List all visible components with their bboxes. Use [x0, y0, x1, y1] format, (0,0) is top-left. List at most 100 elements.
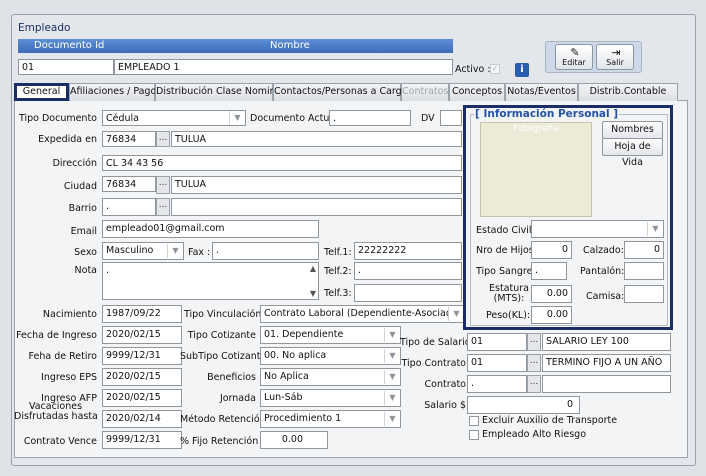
- tab-distrib-contable[interactable]: Distrib.Contable: [578, 83, 678, 101]
- fecha-retiro-field[interactable]: 9999/12/31: [102, 347, 182, 365]
- email-field[interactable]: empleado01@gmail.com: [102, 220, 319, 238]
- hoja-de-vida-button[interactable]: Hoja de Vida: [602, 138, 663, 168]
- tipo-cotizante-label: Tipo Cotizante: [187, 330, 256, 341]
- doc-id-field[interactable]: 01: [18, 59, 114, 75]
- fecha-ingreso-field[interactable]: 2020/02/15: [102, 326, 182, 344]
- photo-area[interactable]: Fotografia: [480, 122, 592, 217]
- exit-button[interactable]: ⇥ Salir: [596, 44, 634, 70]
- tab-general[interactable]: General: [14, 83, 69, 101]
- ciudad-lookup-button[interactable]: ...: [156, 176, 170, 194]
- peso-field[interactable]: 0.00: [531, 306, 572, 324]
- edit-button[interactable]: ✎ Editar: [555, 44, 593, 70]
- ciudad-label: Ciudad: [63, 181, 97, 192]
- scroll-up-icon[interactable]: ▲: [310, 264, 316, 273]
- hijos-field[interactable]: 0: [531, 241, 572, 259]
- tipo-salario-code[interactable]: 01: [467, 333, 527, 351]
- contrato-lookup[interactable]: ...: [527, 375, 541, 393]
- sexo-select[interactable]: Masculino ▼: [102, 242, 184, 260]
- fax-field[interactable]: .: [212, 242, 319, 260]
- tab-afiliaciones[interactable]: Afiliaciones / Pago: [69, 83, 156, 101]
- estatura-label: Estatura (MTS):: [489, 283, 529, 304]
- vacaciones-field[interactable]: 2020/02/14: [102, 410, 182, 428]
- ciudad-code-field[interactable]: 76834: [102, 176, 156, 192]
- doc-id-header: Documento Id: [34, 40, 105, 51]
- nota-textarea[interactable]: . ▲ ▼: [102, 262, 319, 300]
- excluir-auxilio-label: Excluir Auxilio de Transporte: [482, 415, 618, 426]
- barrio-name-field[interactable]: [171, 198, 462, 216]
- activo-label: Activo :: [455, 64, 491, 75]
- pantalon-label: Pantalón:: [580, 266, 625, 277]
- tipo-contrato-code[interactable]: 01: [467, 354, 527, 372]
- sexo-label: Sexo: [74, 247, 97, 258]
- tab-notas-eventos[interactable]: Notas/Eventos: [505, 83, 578, 101]
- tipo-documento-label: Tipo Documento: [18, 113, 97, 124]
- salario-field[interactable]: 0: [467, 396, 580, 414]
- tab-distribucion-clase[interactable]: Distribución Clase Nomina: [155, 83, 282, 101]
- nombres-button[interactable]: Nombres: [602, 121, 663, 139]
- nacimiento-field[interactable]: 1987/09/22: [102, 305, 182, 323]
- direccion-label: Dirección: [52, 158, 97, 169]
- scroll-down-icon[interactable]: ▼: [310, 289, 316, 298]
- estado-civil-select[interactable]: ▼: [531, 220, 664, 238]
- tipo-salario-name[interactable]: SALARIO LEY 100: [542, 333, 671, 351]
- subtipo-cotizante-select[interactable]: 00. No aplica ▼: [260, 347, 401, 365]
- jornada-select[interactable]: Lun-Sáb ▼: [260, 389, 401, 407]
- documento-actual-field[interactable]: .: [329, 110, 411, 126]
- nota-label: Nota: [74, 265, 97, 276]
- expedida-city-field[interactable]: TULUA: [171, 131, 462, 147]
- dv-field[interactable]: [440, 110, 462, 126]
- direccion-field[interactable]: CL 34 43 56: [102, 155, 462, 171]
- contrato-code[interactable]: .: [467, 375, 527, 393]
- ciudad-name-field[interactable]: TULUA: [171, 176, 462, 194]
- documento-actual-label: Documento Actual: [250, 113, 338, 124]
- vacaciones-label: Vacaciones Disfrutadas hasta: [14, 401, 98, 422]
- subtipo-cotizante-label: SubTipo Cotizante: [180, 351, 267, 362]
- tipo-contrato-label: Tipo Contrato: [401, 358, 466, 369]
- beneficios-select[interactable]: No Aplica ▼: [260, 368, 401, 386]
- ingreso-eps-label: Ingreso EPS: [41, 372, 97, 383]
- expedida-lookup-button[interactable]: ...: [156, 131, 170, 147]
- email-label: Email: [70, 226, 97, 237]
- tab-contratos[interactable]: Contratos: [401, 83, 449, 101]
- chevron-down-icon: ▼: [384, 370, 400, 384]
- estatura-field[interactable]: 0.00: [531, 285, 572, 303]
- tipo-contrato-lookup[interactable]: ...: [527, 354, 541, 372]
- contrato-name[interactable]: [542, 375, 671, 393]
- info-icon[interactable]: i: [515, 63, 529, 77]
- tipo-sangre-field[interactable]: .: [531, 262, 567, 280]
- pantalon-field[interactable]: [624, 262, 664, 280]
- calzado-field[interactable]: 0: [624, 241, 664, 259]
- fijo-retencion-field[interactable]: 0.00: [260, 431, 328, 449]
- tipo-cotizante-select[interactable]: 01. Dependiente ▼: [260, 326, 401, 344]
- telf2-field[interactable]: .: [354, 262, 462, 280]
- ingreso-afp-field[interactable]: 2020/02/15: [102, 389, 182, 407]
- ingreso-eps-field[interactable]: 2020/02/15: [102, 368, 182, 386]
- activo-checkbox[interactable]: ✓: [490, 64, 500, 74]
- tab-contactos[interactable]: Contactos/Personas a Cargo: [273, 83, 408, 101]
- contrato-vence-field[interactable]: 9999/12/31: [102, 431, 182, 449]
- expedida-code-field[interactable]: 76834: [102, 131, 156, 147]
- barrio-lookup-button[interactable]: ...: [156, 198, 170, 216]
- metodo-retencion-select[interactable]: Procedimiento 1 ▼: [260, 410, 401, 428]
- telf1-label: Telf.1:: [324, 247, 352, 258]
- tipo-salario-lookup[interactable]: ...: [527, 333, 541, 351]
- header-bar: Documento Id Nombre: [18, 39, 453, 53]
- telf3-field[interactable]: [354, 284, 462, 302]
- contrato-vence-label: Contrato Vence: [23, 436, 97, 447]
- excluir-auxilio-checkbox[interactable]: [469, 416, 479, 426]
- telf1-field[interactable]: 22222222: [354, 242, 462, 260]
- edit-icon: ✎: [570, 46, 580, 59]
- peso-label: Peso(KL):: [486, 310, 531, 321]
- tipo-documento-select[interactable]: Cédula ▼: [102, 110, 246, 126]
- tipo-contrato-name[interactable]: TERMINO FIJO A UN AÑO: [542, 354, 671, 372]
- camisa-field[interactable]: [624, 285, 664, 303]
- barrio-code-field[interactable]: .: [102, 198, 156, 216]
- tab-conceptos[interactable]: Conceptos: [449, 83, 505, 101]
- tipo-vinculacion-select[interactable]: Contrato Laboral (Dependiente-Asociado) ▼: [260, 305, 465, 323]
- estado-civil-label: Estado Civil:: [476, 225, 535, 236]
- telf2-label: Telf.2:: [324, 266, 352, 277]
- fecha-ingreso-label: Fecha de Ingreso: [16, 330, 97, 341]
- chevron-down-icon: ▼: [448, 307, 464, 321]
- alto-riesgo-checkbox[interactable]: [469, 430, 479, 440]
- nombre-field[interactable]: EMPLEADO 1: [114, 59, 453, 75]
